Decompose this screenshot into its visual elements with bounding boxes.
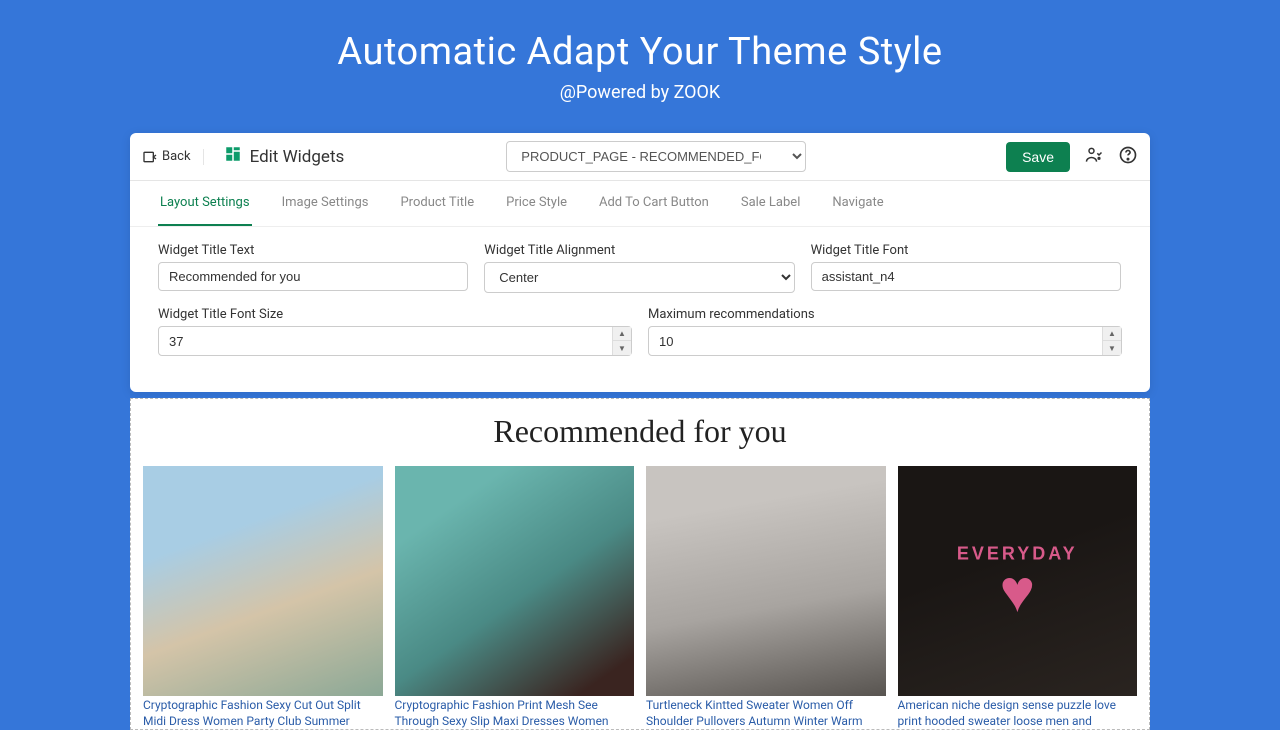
tab-add-to-cart[interactable]: Add To Cart Button [597,181,711,226]
back-label: Back [162,149,191,164]
save-button[interactable]: Save [1006,142,1070,172]
label-widget-title-text: Widget Title Text [158,243,468,258]
back-button[interactable]: Back [142,149,204,165]
page-selector[interactable]: PRODUCT_PAGE - RECOMMENDED_FOR_YOU - 326… [506,141,806,172]
hero-banner: Automatic Adapt Your Theme Style @Powere… [0,0,1280,123]
product-image [143,466,383,696]
product-caption: Cryptographic Fashion Sexy Cut Out Split… [143,698,383,729]
hero-subtitle: @Powered by ZOOK [0,82,1280,103]
product-image: EVERYDAY ♥ [898,466,1138,696]
input-widget-title-font[interactable] [811,262,1121,291]
input-max-recs[interactable] [649,328,1102,355]
input-font-size[interactable] [159,328,612,355]
spinner-font-size: ▲ ▼ [158,326,632,356]
tab-sale-label[interactable]: Sale Label [739,181,803,226]
product-caption: American niche design sense puzzle love … [898,698,1138,729]
tab-layout-settings[interactable]: Layout Settings [158,181,252,226]
font-size-down-icon[interactable]: ▼ [613,341,631,355]
label-widget-title-alignment: Widget Title Alignment [484,243,794,258]
field-widget-title-font-size: Widget Title Font Size ▲ ▼ [158,307,632,356]
back-icon [142,149,158,165]
product-card[interactable]: EVERYDAY ♥ American niche design sense p… [898,466,1138,729]
preview-heading: Recommended for you [131,413,1149,450]
field-widget-title-font: Widget Title Font [811,243,1121,293]
product-caption: Turtleneck Kintted Sweater Women Off Sho… [646,698,886,729]
product-card[interactable]: Cryptographic Fashion Print Mesh See Thr… [395,466,635,729]
max-recs-down-icon[interactable]: ▼ [1103,341,1121,355]
page-title-group: Edit Widgets [216,145,345,168]
tab-image-settings[interactable]: Image Settings [280,181,371,226]
max-recs-up-icon[interactable]: ▲ [1103,327,1121,341]
tab-navigate[interactable]: Navigate [830,181,885,226]
product-list: Cryptographic Fashion Sexy Cut Out Split… [131,466,1149,729]
product-caption: Cryptographic Fashion Print Mesh See Thr… [395,698,635,729]
input-widget-title-text[interactable] [158,262,468,291]
widgets-icon [224,145,242,168]
product-image [646,466,886,696]
user-support-icon[interactable] [1084,145,1104,169]
product-card[interactable]: Cryptographic Fashion Sexy Cut Out Split… [143,466,383,729]
preview-area: Recommended for you Cryptographic Fashio… [130,398,1150,730]
tab-product-title[interactable]: Product Title [398,181,476,226]
form-area: Widget Title Text Widget Title Alignment… [130,227,1150,392]
select-widget-title-alignment[interactable]: Center [484,262,794,293]
field-maximum-recommendations: Maximum recommendations ▲ ▼ [648,307,1122,356]
page-selector-wrap: PRODUCT_PAGE - RECOMMENDED_FOR_YOU - 326… [506,141,806,172]
product-graphic: EVERYDAY ♥ [957,544,1078,619]
field-widget-title-text: Widget Title Text [158,243,468,293]
toolbar: Back Edit Widgets PRODUCT_PAGE - RECOMME… [130,133,1150,181]
editor-panel: Back Edit Widgets PRODUCT_PAGE - RECOMME… [130,133,1150,392]
page-title: Edit Widgets [250,147,345,167]
font-size-up-icon[interactable]: ▲ [613,327,631,341]
tabs: Layout Settings Image Settings Product T… [130,181,1150,227]
spinner-max-recs: ▲ ▼ [648,326,1122,356]
label-maximum-recommendations: Maximum recommendations [648,307,1122,322]
tab-price-style[interactable]: Price Style [504,181,569,226]
hero-title: Automatic Adapt Your Theme Style [0,30,1280,74]
product-card[interactable]: Turtleneck Kintted Sweater Women Off Sho… [646,466,886,729]
help-icon[interactable] [1118,145,1138,169]
toolbar-right: Save [1006,142,1138,172]
field-widget-title-alignment: Widget Title Alignment Center [484,243,794,293]
product-image [395,466,635,696]
label-widget-title-font: Widget Title Font [811,243,1121,258]
label-widget-title-font-size: Widget Title Font Size [158,307,632,322]
